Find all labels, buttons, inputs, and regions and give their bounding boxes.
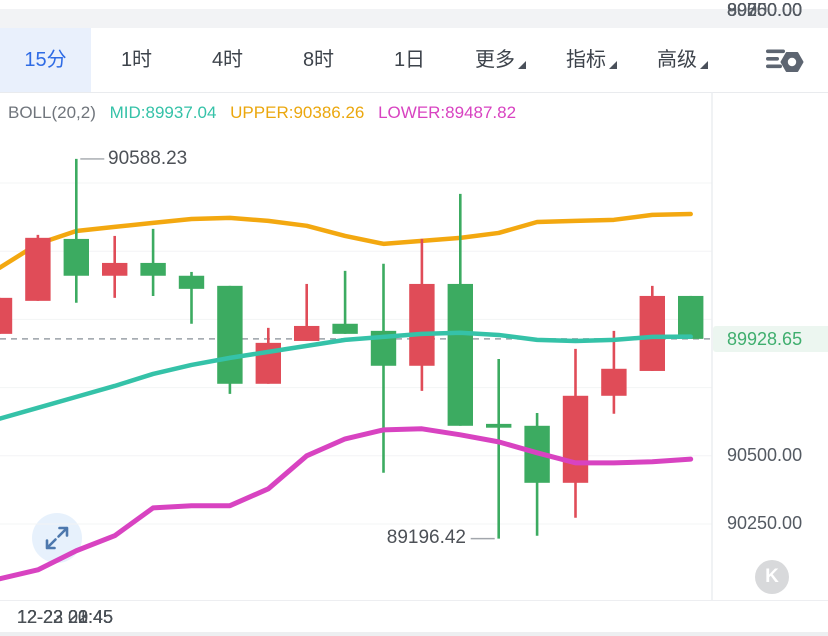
low-price-annotation: 89196.42 bbox=[386, 527, 466, 548]
y-axis-label: 90500.00 bbox=[727, 445, 803, 465]
boll-upper-value: UPPER:90386.26 bbox=[230, 103, 365, 122]
tab-8hour[interactable]: 8时 bbox=[273, 28, 364, 92]
dropdown-corner-triangle-icon bbox=[518, 61, 526, 69]
current-price-tag: 89928.65 bbox=[713, 325, 828, 352]
tab-15min[interactable]: 15分 bbox=[0, 28, 91, 92]
boll-indicator-header: BOLL(20,2) MID:89937.04 UPPER:90386.26 L… bbox=[8, 103, 525, 123]
tab-advanced-dropdown[interactable]: 高级 bbox=[637, 28, 728, 92]
kline-chart-page: 15分 1时 4时 8时 1日 更多 指标 高级 BOLL(20,2) MID:… bbox=[0, 0, 828, 636]
tab-1day[interactable]: 1日 bbox=[364, 28, 455, 92]
dropdown-corner-triangle-icon bbox=[609, 61, 617, 69]
tab-4hour[interactable]: 4时 bbox=[182, 28, 273, 92]
bottom-strip bbox=[0, 632, 828, 636]
interval-tabbar: 15分 1时 4时 8时 1日 更多 指标 高级 bbox=[0, 28, 828, 93]
x-axis-label: 12-23 00:45 bbox=[16, 607, 114, 627]
list-gear-icon bbox=[766, 49, 804, 72]
dropdown-corner-triangle-icon bbox=[700, 61, 708, 69]
boll-lower-value: LOWER:89487.82 bbox=[378, 103, 517, 122]
boll-mid-value: MID:89937.04 bbox=[109, 103, 217, 122]
boll-title: BOLL(20,2) bbox=[8, 103, 96, 122]
indicator-settings-button[interactable] bbox=[762, 43, 806, 77]
y-axis-label: 89250.00 bbox=[727, 0, 803, 20]
tab-1hour[interactable]: 1时 bbox=[91, 28, 182, 92]
top-strip bbox=[0, 9, 828, 28]
tab-indicators-dropdown[interactable]: 指标 bbox=[546, 28, 637, 92]
brand-watermark: K bbox=[755, 560, 789, 594]
high-price-annotation: 90588.23 bbox=[108, 148, 188, 169]
x-axis-separator bbox=[0, 600, 828, 601]
y-axis-label: 90250.00 bbox=[727, 513, 803, 533]
tab-more-dropdown[interactable]: 更多 bbox=[455, 28, 546, 92]
